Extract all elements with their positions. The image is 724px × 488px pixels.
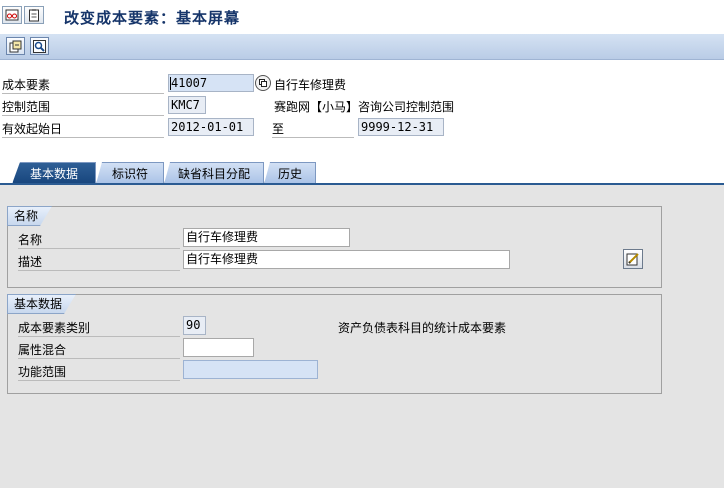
cost-element-category-field: 90 <box>183 316 206 335</box>
glasses-icon[interactable] <box>2 6 22 24</box>
matchcode-icon[interactable] <box>255 75 271 91</box>
clipboard-icon[interactable] <box>24 6 44 24</box>
valid-from-label: 有效起始日 <box>2 120 164 138</box>
edit-long-text-icon[interactable] <box>623 249 643 269</box>
cost-element-category-label: 成本要素类别 <box>18 319 180 337</box>
to-label: 至 <box>272 120 354 138</box>
find-icon[interactable] <box>30 37 49 55</box>
text-cursor <box>170 77 171 90</box>
description-input[interactable]: 自行车修理费 <box>183 250 510 269</box>
names-group: 名称 名称 自行车修理费 描述 自行车修理费 <box>7 206 662 288</box>
title-icon-group <box>2 6 44 24</box>
page-title: 改变成本要素：基本屏幕 <box>64 9 241 27</box>
name-label: 名称 <box>18 231 180 249</box>
tab-basic-data[interactable]: 基本数据 <box>12 162 96 184</box>
tab-history[interactable]: 历史 <box>264 162 316 184</box>
attribute-mix-label: 属性混合 <box>18 341 180 359</box>
controlling-area-desc: 赛跑网【小马】咨询公司控制范围 <box>274 100 455 114</box>
tab-default-account-assignment[interactable]: 缺省科目分配 <box>164 162 264 184</box>
basic-data-group-title: 基本数据 <box>7 294 76 314</box>
display-change-icon[interactable] <box>6 37 25 55</box>
controlling-area-field: KMC7 <box>168 96 206 114</box>
functional-area-input[interactable] <box>183 360 318 379</box>
title-bar: 改变成本要素：基本屏幕 <box>0 0 724 32</box>
cost-element-field[interactable]: 41007 <box>168 74 254 92</box>
valid-to-field: 9999-12-31 <box>358 118 444 136</box>
attribute-mix-input[interactable] <box>183 338 254 357</box>
cost-element-label: 成本要素 <box>2 76 164 94</box>
controlling-area-label: 控制范围 <box>2 98 164 116</box>
cost-element-desc: 自行车修理费 <box>274 78 347 92</box>
name-input[interactable]: 自行车修理费 <box>183 228 350 247</box>
cost-element-value: 41007 <box>171 76 208 90</box>
names-group-title: 名称 <box>7 206 52 226</box>
description-label: 描述 <box>18 253 180 271</box>
functional-area-label: 功能范围 <box>18 363 180 381</box>
basic-data-group: 基本数据 成本要素类别 90 资产负债表科目的统计成本要素 属性混合 功能范围 <box>7 294 662 394</box>
tab-indicators[interactable]: 标识符 <box>96 162 164 184</box>
tab-content-panel: 名称 名称 自行车修理费 描述 自行车修理费 基本数据 成本要素类别 90 资产… <box>0 185 724 488</box>
valid-from-field: 2012-01-01 <box>168 118 254 136</box>
cost-element-category-desc: 资产负债表科目的统计成本要素 <box>338 321 507 335</box>
application-toolbar <box>0 34 724 60</box>
